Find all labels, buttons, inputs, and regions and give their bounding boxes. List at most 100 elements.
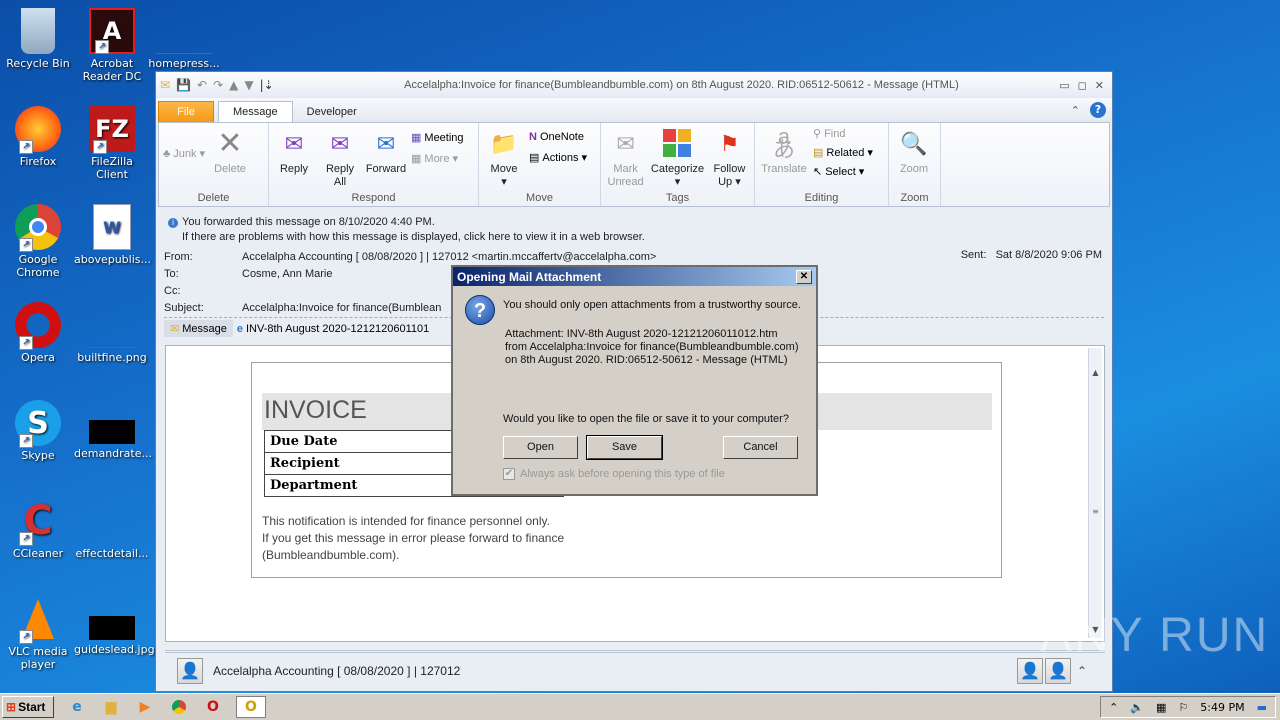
next-item-icon[interactable]: ▼: [244, 78, 253, 92]
from-value[interactable]: Accelalpha Accounting [ 08/08/2020 ] | 1…: [242, 249, 656, 266]
meeting-button[interactable]: ▦ Meeting: [411, 131, 464, 145]
people-pane: 👤 Accelalpha Accounting [ 08/08/2020 ] |…: [165, 650, 1105, 688]
onenote-icon: N: [529, 131, 537, 143]
junk-button[interactable]: ♣ Junk ▾: [163, 147, 205, 161]
ribbon: ♣ Junk ▾ ✕ Delete Delete ✉ Reply ✉ Reply All …: [158, 122, 1110, 207]
desktop-icon-demandrate[interactable]: demandrate...: [74, 400, 152, 460]
system-tray: ⌃ 🔈 ▦ ⚐ 5:49 PM ▬: [1100, 696, 1276, 718]
always-ask-checkbox[interactable]: ✔ Always ask before opening this type of…: [503, 468, 725, 480]
redo-icon[interactable]: ↷: [213, 78, 223, 92]
help-icon[interactable]: ?: [1090, 102, 1106, 118]
desktop-icon-ccleaner[interactable]: C ↗ CCleaner: [0, 498, 76, 561]
envelope-icon: ✉: [160, 78, 171, 92]
actions-button[interactable]: ▤ Actions ▾: [529, 151, 587, 165]
taskbar-opera[interactable]: O: [202, 696, 224, 718]
shortcut-arrow-icon: ↗: [95, 40, 109, 54]
desktop-icon-recycle-bin[interactable]: Recycle Bin: [0, 8, 76, 70]
firefox-icon: ↗: [15, 106, 61, 154]
related-button[interactable]: ▤ Related ▾: [813, 146, 873, 160]
chrome-icon: ↗: [15, 204, 61, 252]
vertical-scrollbar[interactable]: ▲ ≡ ▼: [1088, 348, 1102, 638]
minimize-button[interactable]: ▭: [1059, 79, 1069, 92]
notice-text: This notification is intended for financ…: [262, 514, 565, 562]
taskbar-chrome[interactable]: [168, 696, 190, 718]
desktop-icon-builtfine[interactable]: builtfine.png: [74, 302, 150, 364]
desktop-icon-chrome[interactable]: ↗ Google Chrome: [0, 204, 76, 279]
more-button[interactable]: ▦ More ▾: [411, 152, 464, 166]
close-button[interactable]: ✕: [1095, 79, 1104, 92]
move-folder-icon: 📁: [490, 130, 518, 156]
tab-message[interactable]: Message: [218, 101, 293, 122]
calendar-icon: ▦: [411, 132, 422, 144]
start-button[interactable]: ⊞ Start: [2, 696, 54, 718]
shortcut-arrow-icon: ↗: [19, 434, 33, 448]
view-in-browser-link[interactable]: If there are problems with how this mess…: [168, 230, 1112, 245]
clock[interactable]: 5:49 PM: [1200, 701, 1244, 714]
customize-toolbar-icon[interactable]: |⇣: [260, 78, 274, 92]
taskbar-media-player[interactable]: ▶: [134, 696, 156, 718]
save-icon[interactable]: 💾: [176, 78, 191, 92]
desktop-icon-skype[interactable]: S ↗ Skype: [0, 400, 76, 462]
taskbar: ⊞ Start e ▆ ▶ O O ⌃ 🔈 ▦ ⚐ 5:49 PM ▬: [0, 693, 1280, 720]
show-hidden-icons[interactable]: ⌃: [1109, 701, 1118, 714]
tab-file[interactable]: File: [158, 101, 214, 122]
dialog-warning: You should only open attachments from a …: [503, 299, 801, 311]
select-button[interactable]: ↖ Select ▾: [813, 165, 873, 179]
desktop-icon-vlc[interactable]: ↗ VLC media player: [0, 596, 76, 671]
info-bar[interactable]: i You forwarded this message on 8/10/2020…: [156, 207, 1112, 245]
minimize-ribbon-icon[interactable]: ⌃: [1071, 104, 1080, 117]
window-title: Accelalpha:Invoice for finance(Bumbleand…: [404, 79, 959, 91]
image-file-icon: [89, 498, 135, 544]
dialog-title: Opening Mail Attachment: [457, 269, 602, 284]
save-button[interactable]: Save: [586, 435, 663, 460]
desktop-icon-homepress[interactable]: homepress...: [146, 8, 222, 70]
scroll-thumb[interactable]: ≡: [1089, 507, 1102, 516]
message-tab[interactable]: ✉ Message: [164, 320, 233, 337]
desktop-icon-guideslead[interactable]: guideslead.jpg: [74, 596, 155, 656]
quick-access-toolbar: ✉ 💾 ↶ ↷ ▲ ▼ |⇣: [160, 78, 274, 92]
dialog-title-bar: Opening Mail Attachment ✕: [453, 267, 816, 286]
image-file-icon: [89, 302, 135, 348]
info-icon: i: [168, 218, 178, 228]
outlook-icon: O: [245, 699, 257, 715]
cancel-button[interactable]: Cancel: [723, 436, 798, 459]
delete-x-icon: ✕: [217, 126, 243, 160]
flag-icon: ⚑: [719, 130, 740, 156]
onenote-button[interactable]: N OneNote: [529, 131, 587, 143]
taskbar-ie[interactable]: e: [66, 696, 88, 718]
avatar[interactable]: 👤: [177, 657, 203, 684]
desktop-icon-opera[interactable]: ↗ Opera: [0, 302, 76, 364]
desktop-icon-acrobat[interactable]: A ↗ Acrobat Reader DC: [74, 8, 150, 83]
taskbar-explorer[interactable]: ▆: [100, 696, 122, 718]
cursor-icon: ↖: [813, 166, 823, 178]
taskbar-outlook[interactable]: O: [236, 696, 266, 718]
undo-icon[interactable]: ↶: [197, 78, 207, 92]
restore-button[interactable]: ◻: [1078, 79, 1087, 92]
open-button[interactable]: Open: [503, 436, 578, 459]
recycle-bin-icon: [21, 8, 55, 54]
previous-item-icon[interactable]: ▲: [229, 78, 238, 92]
scroll-up-arrow[interactable]: ▲: [1089, 368, 1102, 377]
find-button[interactable]: ⚲ Find: [813, 127, 873, 141]
image-file-icon: [89, 420, 135, 444]
to-value[interactable]: Cosme, Ann Marie: [242, 266, 332, 283]
network-warning-icon[interactable]: ▦: [1156, 701, 1166, 714]
desktop-icon-firefox[interactable]: ↗ Firefox: [0, 106, 76, 168]
desktop-icon-abovepublis[interactable]: W abovepublis...: [74, 204, 151, 266]
file-icon: [156, 8, 212, 54]
checkbox-checked-icon: ✔: [503, 468, 515, 480]
group-tags: ✉ Mark Unread Categorize ▾ ⚑ Follow Up ▾ Tags: [601, 123, 755, 206]
chrome-icon: [172, 700, 186, 714]
show-desktop-icon[interactable]: ▬: [1257, 701, 1267, 714]
desktop-icon-filezilla[interactable]: FZ ↗ FileZilla Client: [74, 106, 150, 181]
more-icon: ▦: [411, 153, 422, 165]
action-center-flag-icon[interactable]: ⚐: [1178, 701, 1188, 714]
ribbon-tabs: File Message Developer ⌃ ?: [156, 98, 1112, 122]
attachment-item[interactable]: e INV-8th August 2020-1212120601101: [237, 323, 429, 335]
dialog-close-button[interactable]: ✕: [796, 269, 812, 284]
sent-value: Sat 8/8/2020 9:06 PM: [995, 249, 1102, 261]
volume-icon[interactable]: 🔈: [1130, 701, 1144, 714]
tab-developer[interactable]: Developer: [293, 102, 371, 122]
desktop-icon-effectdetail[interactable]: effectdetail...: [74, 498, 150, 560]
related-icon: ▤: [813, 147, 824, 159]
